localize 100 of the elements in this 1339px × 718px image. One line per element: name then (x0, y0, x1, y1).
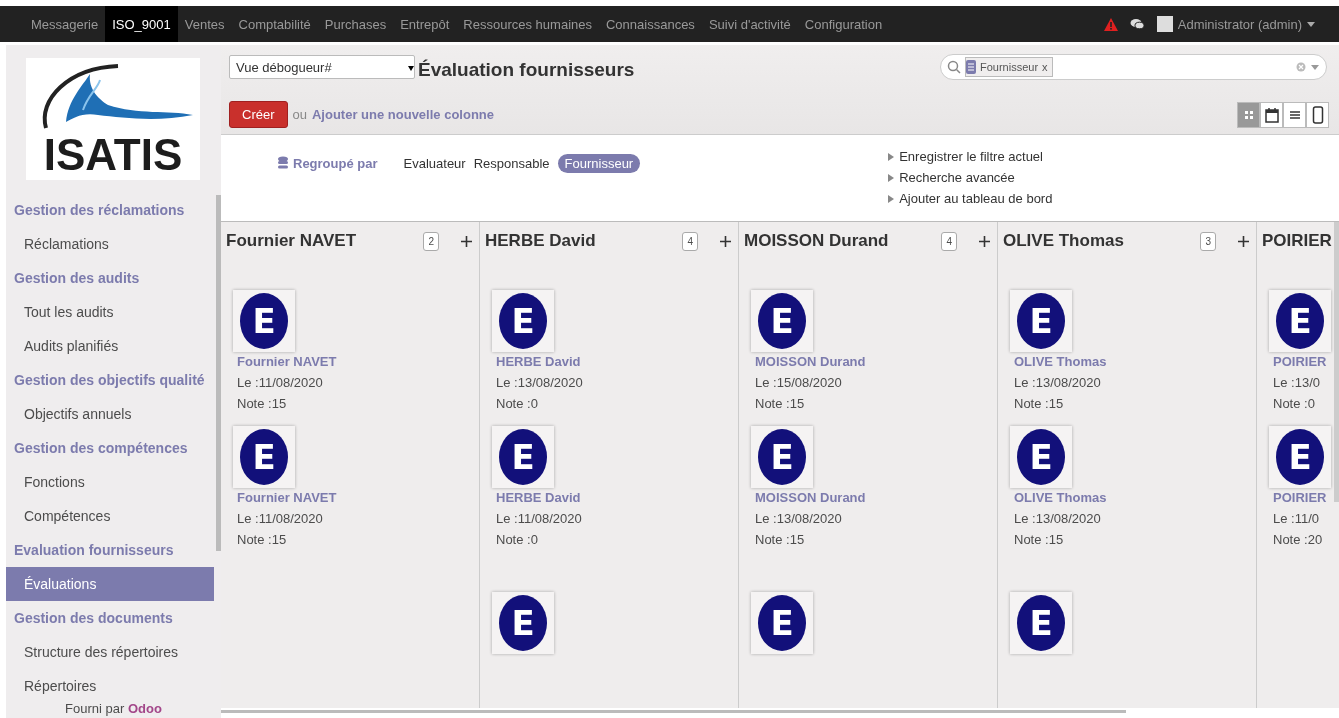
card-note: Note :15 (1014, 532, 1065, 547)
sidebar-item[interactable]: Répertoires (6, 669, 214, 703)
page-title: Évaluation fournisseurs (418, 59, 635, 81)
app-menu-item[interactable]: Configuration (797, 6, 890, 42)
card-note: Note :0 (496, 396, 539, 411)
card-date: Le :13/0 (1273, 375, 1321, 390)
card-title-link[interactable]: POIRIER (1273, 354, 1337, 369)
phone-icon (1311, 105, 1324, 124)
card-note: Note :15 (755, 396, 806, 411)
user-menu[interactable]: Administrator (admin) (1156, 16, 1315, 32)
app-menu-item[interactable]: Suivi d'activité (701, 6, 798, 42)
logo-letter: E (1276, 293, 1324, 349)
add-icon[interactable] (1238, 235, 1249, 247)
card-title-link[interactable]: HERBE David (496, 354, 738, 369)
triangle-icon (888, 173, 895, 182)
group-by-option[interactable]: Fournisseur (557, 153, 641, 173)
app-menu-item[interactable]: Comptabilité (231, 6, 318, 42)
or-text: ou (292, 107, 307, 122)
card-note: Note :15 (237, 396, 288, 411)
card-title-link[interactable]: MOISSON Durand (755, 354, 997, 369)
sidebar-item[interactable]: Évaluations (6, 567, 214, 601)
sidebar-item[interactable]: Compétences (6, 499, 214, 533)
search-action-link[interactable]: Ajouter au tableau de bord (888, 191, 1053, 206)
add-icon[interactable] (720, 235, 731, 247)
app-menu-item[interactable]: Purchases (317, 6, 394, 42)
card-title-link[interactable]: Fournier NAVET (237, 354, 479, 369)
app-menu-item[interactable]: Connaissances (599, 6, 702, 42)
group-by-label[interactable]: Regroupé par (278, 155, 378, 171)
card-note: Note :15 (237, 532, 288, 547)
group-by-option[interactable]: Responsable (473, 155, 550, 171)
logo-text: ISATIS (43, 130, 183, 180)
card-date: Le :13/08/2020 (496, 375, 584, 390)
sidebar-item[interactable]: Fonctions (6, 465, 214, 499)
logo-letter: E (240, 429, 288, 485)
card-title-link[interactable]: OLIVE Thomas (1014, 354, 1256, 369)
logo-letter: E (1017, 429, 1065, 485)
app-menu-item[interactable]: Ressources humaines (456, 6, 599, 42)
scrollbar[interactable] (216, 195, 221, 551)
menu-section-title: Evaluation fournisseurs (13, 541, 175, 560)
search-field[interactable]: Fournisseur x (940, 54, 1327, 80)
card-title-link[interactable]: OLIVE Thomas (1014, 490, 1256, 505)
menu-section-title: Gestion des compétences (13, 439, 189, 458)
record-count: 3 (1200, 231, 1216, 251)
column-title: Fournier NAVET (226, 231, 357, 251)
sidebar-item[interactable]: Tout les audits (6, 295, 214, 329)
logo-letter: E (758, 595, 806, 651)
powered-by-text: Fourni par (65, 701, 125, 716)
column-title: HERBE David (485, 231, 596, 251)
database-icon (966, 60, 976, 74)
add-column-link[interactable]: Ajouter une nouvelle colonne (312, 107, 494, 122)
logo-letter: E (240, 293, 288, 349)
card-title-link[interactable]: Fournier NAVET (237, 490, 479, 505)
card-note: Note :15 (755, 532, 806, 547)
list-view-button[interactable] (1283, 101, 1306, 128)
search-action-link[interactable]: Enregistrer le filtre actuel (888, 149, 1053, 164)
facet-label: Fournisseur (980, 61, 1039, 73)
scrollbar[interactable] (1334, 222, 1339, 502)
app-menu-item[interactable]: Ventes (177, 6, 232, 42)
clear-dropdown-icon[interactable] (1296, 62, 1320, 72)
odoo-link[interactable]: Odoo (127, 701, 162, 716)
card-date: Le :13/08/2020 (1014, 511, 1102, 526)
form-view-button[interactable] (1306, 101, 1329, 128)
app-menu-item[interactable]: Messagerie (24, 6, 106, 42)
card-title-link[interactable]: HERBE David (496, 490, 738, 505)
logo-letter: E (1276, 429, 1324, 485)
menu-section-title: Gestion des réclamations (13, 201, 186, 220)
logo-letter: E (758, 429, 806, 485)
create-button[interactable]: Créer (229, 101, 288, 128)
logo-letter: E (499, 293, 547, 349)
card-title-link[interactable]: POIRIER (1273, 490, 1337, 505)
group-by-option[interactable]: Evaluateur (403, 155, 466, 171)
debug-select[interactable]: Vue débogueur# (229, 55, 415, 79)
sidebar-item[interactable]: Réclamations (6, 227, 214, 261)
calendar-view-button[interactable] (1260, 101, 1283, 128)
card-date: Le :13/08/2020 (755, 511, 843, 526)
card-date: Le :11/08/2020 (496, 511, 583, 526)
caret-icon (1307, 21, 1315, 27)
facet-remove[interactable]: x (1042, 61, 1048, 73)
search-action-link[interactable]: Recherche avancée (888, 170, 1053, 185)
record-count: 4 (941, 231, 957, 251)
app-menu-item[interactable]: Entrepôt (393, 6, 457, 42)
warning-icon[interactable] (1103, 17, 1118, 31)
card-title-link[interactable]: MOISSON Durand (755, 490, 997, 505)
add-icon[interactable] (461, 235, 472, 247)
grid-icon (1242, 108, 1255, 121)
triangle-icon (888, 194, 895, 203)
logo-letter: E (499, 429, 547, 485)
calendar-icon (1264, 106, 1279, 123)
sidebar-item[interactable]: Objectifs annuels (6, 397, 214, 431)
menu-section-title: Gestion des audits (13, 269, 141, 288)
app-menu-item[interactable]: ISO_9001 (105, 6, 178, 42)
menu-section-title: Gestion des objectifs qualité (13, 371, 206, 390)
card-date: Le :11/08/2020 (237, 511, 324, 526)
chat-icon[interactable] (1129, 18, 1145, 30)
column-title: OLIVE Thomas (1003, 231, 1124, 251)
add-icon[interactable] (979, 235, 990, 247)
sidebar-item[interactable]: Structure des répertoires (6, 635, 214, 669)
card-note: Note :0 (1273, 396, 1316, 411)
scrollbar[interactable] (221, 710, 1126, 713)
sidebar-item[interactable]: Audits planifiés (6, 329, 214, 363)
